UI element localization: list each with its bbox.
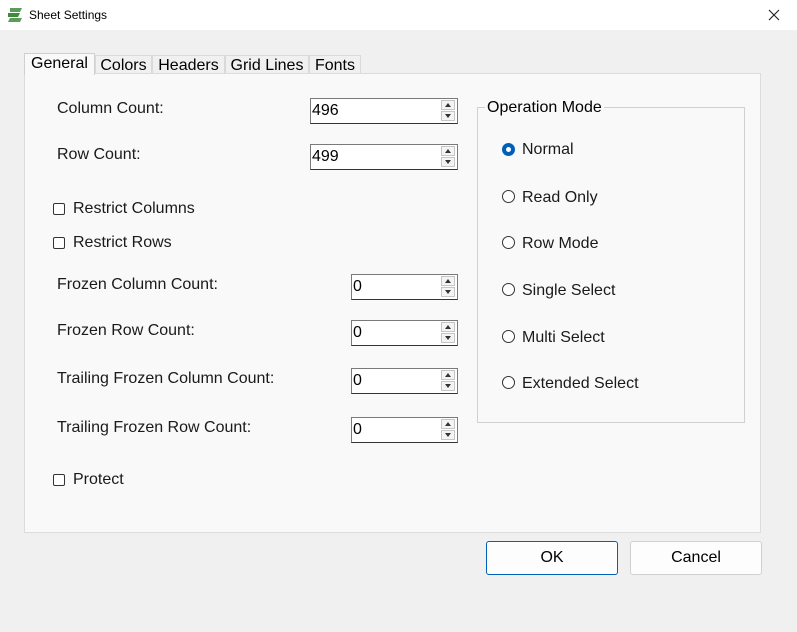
trailing-frozen-column-count-value[interactable]: 0	[353, 372, 362, 390]
tab-fonts[interactable]: Fonts	[309, 55, 361, 74]
chevron-down-icon	[445, 160, 451, 164]
frozen-row-count-value[interactable]: 0	[353, 324, 362, 342]
close-icon	[768, 9, 780, 21]
spin-down-button[interactable]	[441, 287, 455, 297]
chevron-up-icon	[445, 373, 451, 377]
trailing-frozen-column-count-stepper[interactable]: 0	[351, 368, 458, 394]
row-count-label: Row Count:	[57, 146, 141, 163]
spin-up-button[interactable]	[441, 276, 455, 286]
frozen-column-count-value[interactable]: 0	[353, 278, 362, 296]
close-button[interactable]	[751, 0, 797, 30]
chevron-down-icon	[445, 114, 451, 118]
trailing-frozen-column-count-label: Trailing Frozen Column Count:	[57, 370, 275, 387]
radio-extended-select[interactable]	[502, 376, 515, 389]
spin-down-button[interactable]	[441, 430, 455, 440]
spin-buttons	[441, 322, 456, 344]
row-count-value[interactable]: 499	[312, 148, 339, 166]
spin-buttons	[441, 370, 456, 392]
frozen-column-count-label: Frozen Column Count:	[57, 276, 218, 293]
protect-label[interactable]: Protect	[73, 470, 124, 490]
chevron-up-icon	[445, 325, 451, 329]
column-count-stepper[interactable]: 496	[310, 98, 458, 124]
chevron-down-icon	[445, 384, 451, 388]
radio-single-select[interactable]	[502, 283, 515, 296]
chevron-down-icon	[445, 433, 451, 437]
radio-single-select-label[interactable]: Single Select	[522, 281, 615, 301]
title-bar: Sheet Settings	[0, 0, 797, 30]
cancel-button[interactable]: Cancel	[630, 541, 762, 575]
chevron-down-icon	[445, 290, 451, 294]
ok-button[interactable]: OK	[486, 541, 618, 575]
column-count-label: Column Count:	[57, 100, 164, 117]
radio-row-mode-label[interactable]: Row Mode	[522, 234, 598, 254]
column-count-value[interactable]: 496	[312, 102, 339, 120]
radio-row-mode[interactable]	[502, 236, 515, 249]
trailing-frozen-row-count-label: Trailing Frozen Row Count:	[57, 419, 252, 436]
frozen-row-count-stepper[interactable]: 0	[351, 320, 458, 346]
radio-multi-select-label[interactable]: Multi Select	[522, 328, 605, 348]
spin-buttons	[441, 419, 456, 441]
restrict-rows-label[interactable]: Restrict Rows	[73, 233, 172, 253]
spin-down-button[interactable]	[441, 381, 455, 391]
trailing-frozen-row-count-stepper[interactable]: 0	[351, 417, 458, 443]
tab-grid-lines[interactable]: Grid Lines	[225, 55, 309, 74]
spin-up-button[interactable]	[441, 146, 455, 156]
radio-extended-select-label[interactable]: Extended Select	[522, 374, 639, 394]
chevron-up-icon	[445, 279, 451, 283]
radio-read-only-label[interactable]: Read Only	[522, 188, 598, 208]
window-title: Sheet Settings	[29, 8, 108, 22]
spin-buttons	[441, 276, 456, 298]
chevron-up-icon	[445, 422, 451, 426]
protect-checkbox[interactable]	[53, 474, 65, 486]
spin-buttons	[441, 100, 456, 122]
frozen-column-count-stepper[interactable]: 0	[351, 274, 458, 300]
row-count-stepper[interactable]: 499	[310, 144, 458, 170]
chevron-up-icon	[445, 149, 451, 153]
app-logo-icon	[8, 8, 22, 22]
spin-down-button[interactable]	[441, 111, 455, 121]
spin-up-button[interactable]	[441, 100, 455, 110]
radio-normal[interactable]	[502, 143, 515, 156]
chevron-down-icon	[445, 336, 451, 340]
spin-up-button[interactable]	[441, 419, 455, 429]
spin-down-button[interactable]	[441, 333, 455, 343]
tab-general[interactable]: General	[24, 53, 95, 75]
chevron-up-icon	[445, 103, 451, 107]
spin-down-button[interactable]	[441, 157, 455, 167]
tab-colors[interactable]: Colors	[95, 55, 152, 74]
radio-normal-label[interactable]: Normal	[522, 140, 574, 160]
spin-up-button[interactable]	[441, 370, 455, 380]
restrict-rows-checkbox[interactable]	[53, 237, 65, 249]
tab-headers[interactable]: Headers	[152, 55, 225, 74]
radio-multi-select[interactable]	[502, 330, 515, 343]
trailing-frozen-row-count-value[interactable]: 0	[353, 421, 362, 439]
restrict-columns-checkbox[interactable]	[53, 203, 65, 215]
frozen-row-count-label: Frozen Row Count:	[57, 322, 195, 339]
spin-up-button[interactable]	[441, 322, 455, 332]
spin-buttons	[441, 146, 456, 168]
restrict-columns-label[interactable]: Restrict Columns	[73, 199, 195, 219]
operation-mode-title: Operation Mode	[485, 99, 604, 117]
radio-read-only[interactable]	[502, 190, 515, 203]
